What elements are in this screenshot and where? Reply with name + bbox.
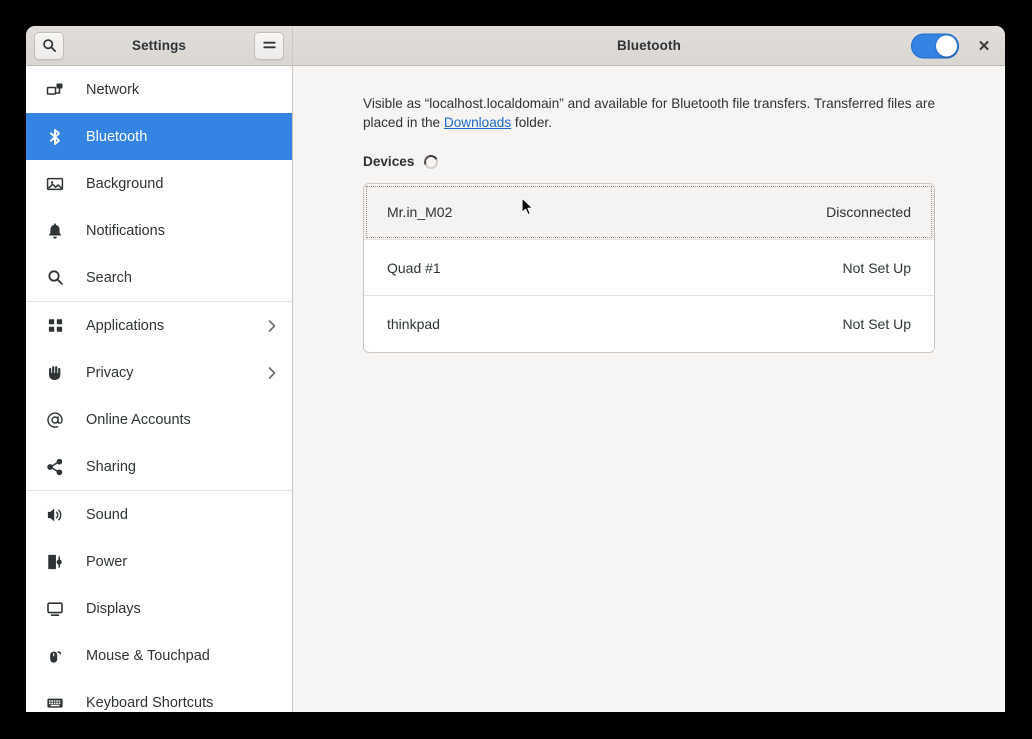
sidebar-item-notifications[interactable]: Notifications <box>26 207 292 254</box>
sidebar-item-background[interactable]: Background <box>26 160 292 207</box>
devices-label: Devices <box>363 154 414 169</box>
sidebar-item-label: Keyboard Shortcuts <box>86 695 278 711</box>
sidebar-item-label: Privacy <box>86 365 266 381</box>
device-name: Quad #1 <box>387 260 441 276</box>
bluetooth-icon <box>44 126 66 148</box>
sidebar-item-label: Online Accounts <box>86 412 278 428</box>
sidebar-item-displays[interactable]: Displays <box>26 585 292 632</box>
mouse-icon <box>44 645 66 667</box>
sidebar-item-search[interactable]: Search <box>26 254 292 301</box>
bluetooth-description: Visible as “localhost.localdomain” and a… <box>363 94 935 132</box>
sidebar-item-mouse-touchpad[interactable]: Mouse & Touchpad <box>26 632 292 679</box>
sidebar-group-3: Sound Power <box>26 491 292 712</box>
grid-apps-icon <box>44 315 66 337</box>
sidebar-item-label: Mouse & Touchpad <box>86 648 278 664</box>
page-title: Bluetooth <box>293 38 1005 53</box>
sidebar-item-power[interactable]: Power <box>26 538 292 585</box>
toggle-knob <box>936 35 957 56</box>
sidebar-item-bluetooth[interactable]: Bluetooth <box>26 113 292 160</box>
search-icon <box>42 38 57 53</box>
header-bar: Settings Bluetooth ✕ <box>26 26 1005 66</box>
settings-sidebar: Network Bluetooth <box>26 66 293 712</box>
sidebar-item-privacy[interactable]: Privacy <box>26 349 292 396</box>
hamburger-menu-icon <box>262 39 277 52</box>
sidebar-item-label: Notifications <box>86 223 278 239</box>
bluetooth-power-toggle[interactable] <box>911 33 959 58</box>
sidebar-item-label: Displays <box>86 601 278 617</box>
speaker-icon <box>44 504 66 526</box>
header-bar-sidebar-section: Settings <box>26 26 293 65</box>
sidebar-item-sharing[interactable]: Sharing <box>26 443 292 490</box>
sidebar-item-label: Search <box>86 270 278 286</box>
sidebar-item-network[interactable]: Network <box>26 66 292 113</box>
keyboard-icon <box>44 692 66 713</box>
devices-list: Mr.in_M02 Disconnected Quad #1 Not Set U… <box>363 183 935 353</box>
main-menu-button[interactable] <box>254 32 284 60</box>
search-icon <box>44 267 66 289</box>
close-icon: ✕ <box>978 37 991 55</box>
sidebar-item-online-accounts[interactable]: Online Accounts <box>26 396 292 443</box>
devices-section-header: Devices <box>363 154 935 169</box>
table-row[interactable]: Quad #1 Not Set Up <box>364 240 934 296</box>
description-text-part2: folder. <box>511 115 552 130</box>
close-window-button[interactable]: ✕ <box>971 33 997 59</box>
window-body: Network Bluetooth <box>26 66 1005 712</box>
device-name: thinkpad <box>387 316 440 332</box>
sidebar-item-keyboard-shortcuts[interactable]: Keyboard Shortcuts <box>26 679 292 712</box>
sidebar-item-label: Sharing <box>86 459 278 475</box>
downloads-folder-link[interactable]: Downloads <box>444 115 511 130</box>
app-title: Settings <box>26 38 292 53</box>
chevron-right-icon <box>266 318 278 334</box>
chevron-right-icon <box>266 365 278 381</box>
search-button[interactable] <box>34 32 64 60</box>
header-bar-content-section: Bluetooth ✕ <box>293 26 1005 65</box>
table-row[interactable]: thinkpad Not Set Up <box>364 296 934 352</box>
device-status: Not Set Up <box>843 316 911 332</box>
sidebar-item-label: Power <box>86 554 278 570</box>
sidebar-item-label: Network <box>86 82 278 98</box>
loading-spinner-icon <box>422 153 440 171</box>
at-sign-icon <box>44 409 66 431</box>
sidebar-item-label: Bluetooth <box>86 129 278 145</box>
sidebar-group-2: Applications <box>26 302 292 490</box>
device-status: Not Set Up <box>843 260 911 276</box>
device-status: Disconnected <box>826 204 911 220</box>
sidebar-item-label: Applications <box>86 318 266 334</box>
device-name: Mr.in_M02 <box>387 204 452 220</box>
table-row[interactable]: Mr.in_M02 Disconnected <box>364 184 934 240</box>
settings-window: Settings Bluetooth ✕ <box>26 26 1005 712</box>
sidebar-item-sound[interactable]: Sound <box>26 491 292 538</box>
sidebar-item-applications[interactable]: Applications <box>26 302 292 349</box>
sidebar-item-label: Background <box>86 176 278 192</box>
sidebar-group-1: Network Bluetooth <box>26 66 292 301</box>
hand-icon <box>44 362 66 384</box>
network-icon <box>44 79 66 101</box>
monitor-icon <box>44 598 66 620</box>
background-image-icon <box>44 173 66 195</box>
bell-icon <box>44 220 66 242</box>
sidebar-item-label: Sound <box>86 507 278 523</box>
battery-plug-icon <box>44 551 66 573</box>
share-nodes-icon <box>44 456 66 478</box>
bluetooth-panel: Visible as “localhost.localdomain” and a… <box>293 66 1005 712</box>
